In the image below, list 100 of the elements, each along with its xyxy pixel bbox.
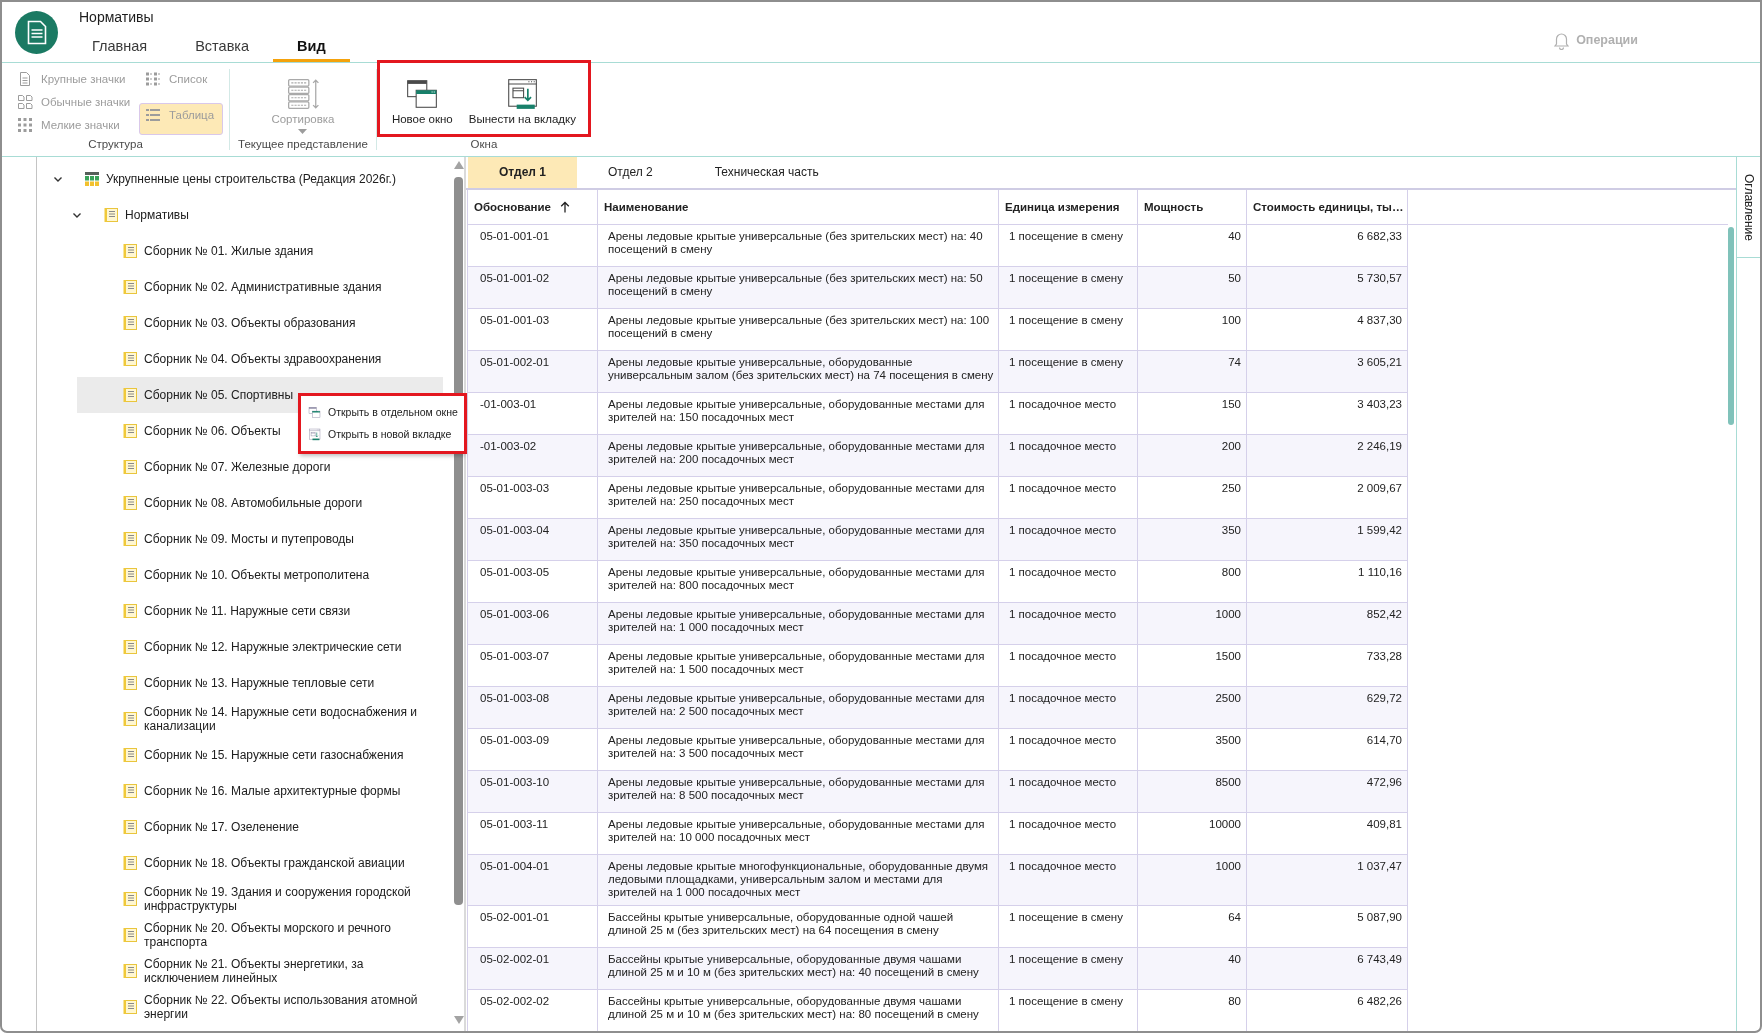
tree-item[interactable]: Сборник № 15. Наружные сети газоснабжения: [77, 737, 410, 773]
table-cell: 472,96: [1247, 771, 1408, 813]
tree-item[interactable]: Сборник № 16. Малые архитектурные формы: [77, 773, 407, 809]
table-cell: 05-01-003-04: [468, 519, 598, 561]
column-header[interactable]: Мощность: [1138, 190, 1247, 224]
notebook-icon: [122, 531, 138, 547]
table-cell: 1 посадочное место: [999, 519, 1138, 561]
column-header[interactable]: Наименование: [598, 190, 999, 224]
tree-item[interactable]: Сборник № 12. Наружные электрические сети: [77, 629, 408, 665]
column-header[interactable]: Стоимость единицы, ты…: [1247, 190, 1408, 224]
ribbon-tab[interactable]: Главная: [68, 35, 172, 62]
column-header[interactable]: Обоснование: [468, 190, 598, 224]
table-cell: 05-01-003-06: [468, 603, 598, 645]
ribbon-tab[interactable]: Вид: [273, 35, 350, 62]
table-cell: 1000: [1138, 603, 1247, 645]
document-tab[interactable]: Техническая часть: [683, 157, 850, 188]
table-cell: 1 посещение в смену: [999, 267, 1138, 309]
notebook-icon: [122, 495, 138, 511]
table-cell: 05-01-002-01: [468, 351, 598, 393]
tree-item[interactable]: Сборник № 06. Объекты: [77, 413, 287, 449]
ribbon-button[interactable]: Вынести на вкладку: [462, 63, 582, 134]
notebook-icon: [122, 315, 138, 331]
notebook-icon: [122, 963, 138, 979]
window-arrow-icon: [505, 77, 540, 111]
ribbon-tab[interactable]: Вставка: [171, 35, 274, 62]
table-cell: 1 посадочное место: [999, 603, 1138, 645]
notebook-icon: [122, 783, 138, 799]
tree-item[interactable]: Нормативы: [58, 197, 195, 233]
tree-item[interactable]: Укрупненные цены строительства (Редакция 2026г.): [39, 161, 402, 197]
menu-item[interactable]: Открыть в новой вкладке: [301, 423, 464, 445]
table-cell: 05-01-003-08: [468, 687, 598, 729]
chevron-down-icon[interactable]: [53, 174, 63, 184]
table-cell: 74: [1138, 351, 1247, 393]
table-cell: Арены ледовые крытые многофункциональные, оборудованные двумя ледовыми площадками, универсальным залом и местами для зрителей на 1 000 посадочных мест: [598, 855, 999, 906]
table-cell: 852,42: [1247, 603, 1408, 645]
tree-item[interactable]: Сборник № 09. Мосты и путепроводы: [77, 521, 360, 557]
notebook-icon: [122, 891, 138, 907]
tree-item[interactable]: Сборник № 11. Наружные сети связи: [77, 593, 357, 629]
tree-item[interactable]: Сборник № 18. Объекты гражданской авиации: [77, 845, 411, 881]
tree-item[interactable]: Сборник № 10. Объекты метрополитена: [77, 557, 376, 593]
table-cell: 2 246,19: [1247, 435, 1408, 477]
app-title: Нормативы: [79, 8, 155, 26]
group-label: Структура: [88, 137, 143, 151]
table-cell: Арены ледовые крытые универсальные, оборудованные местами для зрителей на: 2 500 посадочных мест: [598, 687, 999, 729]
table-cell: Арены ледовые крытые универсальные, оборудованные местами для зрителей на: 8 500 посадочных мест: [598, 771, 999, 813]
table-cell: 3 605,21: [1247, 351, 1408, 393]
notebook-icon: [122, 675, 138, 691]
notebook-icon: [122, 819, 138, 835]
tree-item[interactable]: Сборник № 01. Жилые здания: [77, 233, 320, 269]
tree-item[interactable]: Сборник № 07. Железные дороги: [77, 449, 337, 485]
column-header[interactable]: Единица измерения: [999, 190, 1138, 224]
tree-item[interactable]: Сборник № 21. Объекты энергетики, за исключением линейных: [77, 953, 443, 989]
tree-item[interactable]: Сборник № 19. Здания и сооружения городской инфраструктуры: [77, 881, 443, 917]
table-cell: 1 посадочное место: [999, 687, 1138, 729]
notebook-icon: [122, 855, 138, 871]
scroll-down-arrow-icon[interactable]: [453, 1016, 464, 1024]
table-cell: -01-003-02: [468, 435, 598, 477]
tree-item[interactable]: Сборник № 20. Объекты морского и речного транспорта: [77, 917, 443, 953]
table-cell: 6 482,26: [1247, 990, 1408, 1031]
document-tab[interactable]: Отдел 1: [468, 157, 577, 188]
tree-item[interactable]: Сборник № 08. Автомобильные дороги: [77, 485, 369, 521]
tree-item[interactable]: Сборник № 22. Объекты использования атомной энергии: [77, 989, 443, 1025]
page-icon: [17, 71, 33, 87]
windows-icon: [405, 77, 440, 111]
scroll-up-arrow-icon[interactable]: [453, 161, 464, 169]
table-cell: 05-02-002-02: [468, 990, 598, 1031]
ribbon-button[interactable]: Новое окно: [385, 63, 459, 134]
table-cell: 05-02-002-01: [468, 948, 598, 990]
table-cell: Арены ледовые крытые универсальные (без зрительских мест) на: 50 посещений в смену: [598, 267, 999, 309]
table-cell: 1 037,47: [1247, 855, 1408, 906]
notebook-icon: [122, 927, 138, 943]
document-tab[interactable]: Отдел 2: [577, 157, 684, 188]
app-logo: [15, 11, 58, 54]
table-cell: Бассейны крытые универсальные, оборудованные двумя чашами длиной 25 м и 10 м (без зрительских мест) на: 80 посещений в смену: [598, 990, 999, 1031]
table-cell: 1 посещение в смену: [999, 351, 1138, 393]
table-cell: 629,72: [1247, 687, 1408, 729]
table-cell: Арены ледовые крытые универсальные, оборудованные местами для зрителей на: 1 000 посадочных мест: [598, 603, 999, 645]
tree-item[interactable]: Сборник № 17. Озеленение: [77, 809, 305, 845]
table-cell: 1 посадочное место: [999, 435, 1138, 477]
windows-icon: [308, 405, 321, 419]
table-cell: 1 посещение в смену: [999, 990, 1138, 1031]
table-cell: 2500: [1138, 687, 1247, 729]
notebook-icon: [122, 711, 138, 727]
tree-item[interactable]: Сборник № 14. Наружные сети водоснабжения и канализации: [77, 701, 443, 737]
side-panel-tab[interactable]: Оглавление: [1737, 157, 1760, 258]
table-cell: 05-01-004-01: [468, 855, 598, 906]
bell-icon: [1553, 30, 1571, 50]
tree-item[interactable]: Сборник № 13. Наружные тепловые сети: [77, 665, 381, 701]
scrollbar-thumb[interactable]: [1728, 227, 1734, 425]
table-cell: 1 599,42: [1247, 519, 1408, 561]
table-cell: 80: [1138, 990, 1247, 1031]
table-cell: 40: [1138, 948, 1247, 990]
table-cell: 05-01-003-10: [468, 771, 598, 813]
chevron-down-icon[interactable]: [72, 210, 82, 220]
tree-item[interactable]: Сборник № 02. Административные здания: [77, 269, 388, 305]
tree-item[interactable]: Сборник № 04. Объекты здравоохранения: [77, 341, 388, 377]
group-label: Текущее представление: [238, 137, 368, 151]
table-cell: 05-01-001-02: [468, 267, 598, 309]
tree-item[interactable]: Сборник № 03. Объекты образования: [77, 305, 362, 341]
table-cell: 6 743,49: [1247, 948, 1408, 990]
